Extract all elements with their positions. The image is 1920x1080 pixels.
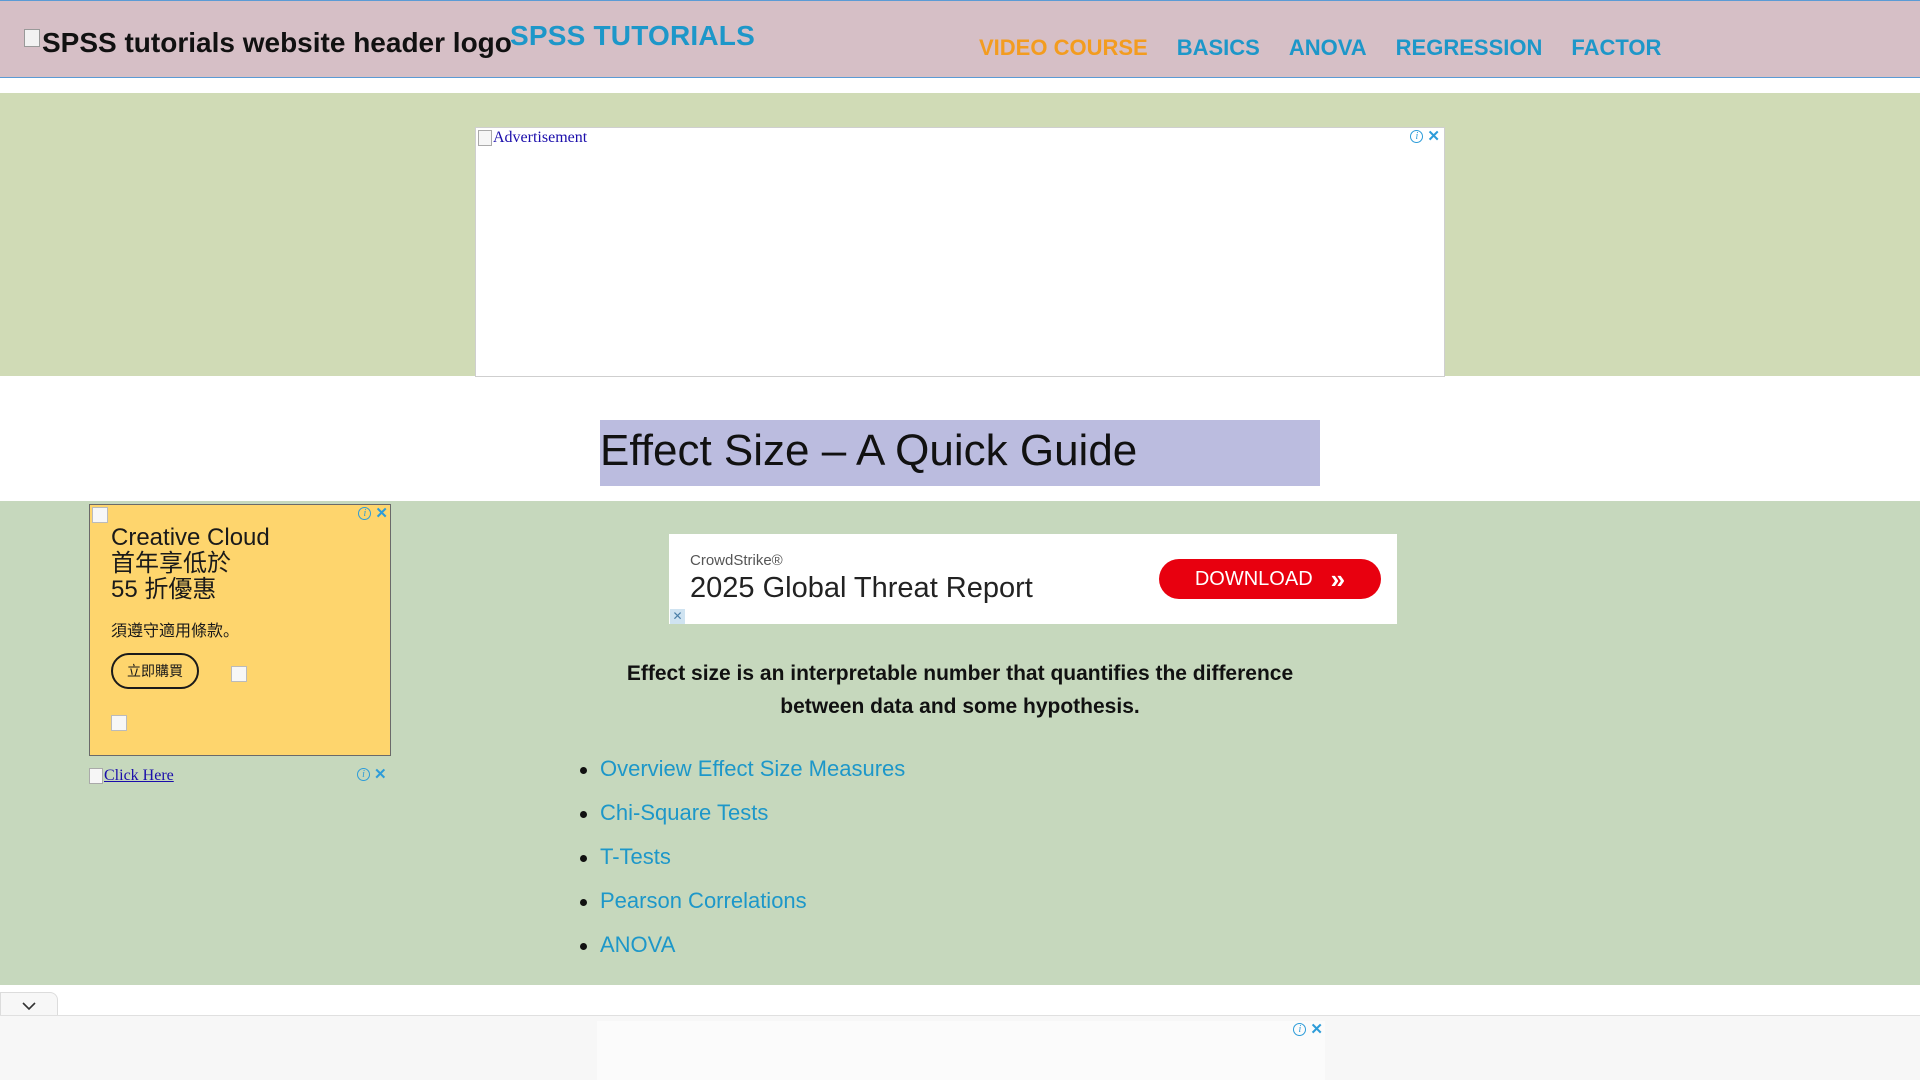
main-nav: VIDEO COURSE BASICS ANOVA REGRESSION FAC… xyxy=(979,35,1690,61)
list-item: Pearson Correlations xyxy=(579,888,905,932)
click-here-ad-link[interactable]: Click Here xyxy=(89,767,174,785)
adchoices: i ✕ xyxy=(1293,1022,1323,1037)
table-of-contents: Overview Effect Size Measures Chi-Square… xyxy=(579,756,905,976)
toc-link-overview[interactable]: Overview Effect Size Measures xyxy=(600,756,905,781)
adchoices: i ✕ xyxy=(358,506,388,521)
chevron-down-icon xyxy=(22,1001,36,1010)
close-icon[interactable]: ✕ xyxy=(374,767,387,782)
adchoices-info-icon[interactable]: i xyxy=(1410,130,1424,143)
nav-video-course[interactable]: VIDEO COURSE xyxy=(979,35,1148,61)
creative-cloud-ad[interactable]: Creative Cloud 首年享低於 55 折優惠 須遵守適用條款。 立即購… xyxy=(89,504,391,756)
ad-headline-line: 首年享低於 xyxy=(111,550,231,577)
broken-image-icon xyxy=(231,666,247,682)
adchoices: i ✕ xyxy=(357,767,387,782)
broken-image-icon xyxy=(92,507,108,523)
adchoices-info-icon[interactable]: i xyxy=(357,768,370,781)
buy-now-button[interactable]: 立即購買 xyxy=(111,653,199,689)
nav-regression[interactable]: REGRESSION xyxy=(1396,35,1543,61)
list-item: ANOVA xyxy=(579,932,905,976)
click-here-alt-text: Click Here xyxy=(104,767,174,784)
page-title: Effect Size – A Quick Guide xyxy=(600,420,1320,486)
ad-headline-line: Creative Cloud xyxy=(111,524,270,551)
broken-image-icon xyxy=(111,715,127,731)
toc-link-chi-square[interactable]: Chi-Square Tests xyxy=(600,800,768,825)
download-button[interactable]: DOWNLOAD » xyxy=(1159,559,1381,599)
broken-image-icon xyxy=(24,29,40,47)
broken-image-icon xyxy=(478,130,492,146)
crowdstrike-ad[interactable]: CrowdStrike® 2025 Global Threat Report D… xyxy=(669,534,1397,624)
toc-link-pearson[interactable]: Pearson Correlations xyxy=(600,888,807,913)
ad-terms: 須遵守適用條款。 xyxy=(111,623,240,640)
list-item: Overview Effect Size Measures xyxy=(579,756,905,800)
close-icon[interactable]: ✕ xyxy=(375,506,388,521)
nav-anova[interactable]: ANOVA xyxy=(1289,35,1367,61)
ad-brand: CrowdStrike® xyxy=(690,552,783,569)
adchoices-info-icon[interactable]: i xyxy=(1293,1023,1307,1036)
advertisement-image[interactable]: Advertisement xyxy=(478,129,587,147)
header-logo-link[interactable]: SPSS tutorials website header logo xyxy=(24,27,512,59)
nav-basics[interactable]: BASICS xyxy=(1177,35,1260,61)
close-icon[interactable]: ✕ xyxy=(670,609,685,624)
intro-text: Effect size is an interpretable number t… xyxy=(626,662,1294,718)
toc-link-anova[interactable]: ANOVA xyxy=(600,932,675,957)
ad-headline: 2025 Global Threat Report xyxy=(690,572,1033,604)
site-header: SPSS tutorials website header logo SPSS … xyxy=(0,0,1920,78)
ad-headline: Creative Cloud 首年享低於 55 折優惠 xyxy=(111,525,270,603)
adchoices-info-icon[interactable]: i xyxy=(358,507,372,520)
close-icon[interactable]: ✕ xyxy=(1427,129,1440,144)
double-chevron-right-icon: » xyxy=(1330,564,1346,594)
top-ad-band: Advertisement i ✕ xyxy=(0,93,1920,377)
list-item: Chi-Square Tests xyxy=(579,800,905,844)
adchoices: i ✕ xyxy=(1410,129,1440,144)
logo-alt-text: SPSS tutorials website header logo xyxy=(42,27,512,58)
download-label: DOWNLOAD xyxy=(1194,567,1313,590)
anchor-ad[interactable]: i ✕ xyxy=(597,1021,1325,1080)
ad-headline-line: 55 折優惠 xyxy=(111,576,217,603)
toc-link-t-tests[interactable]: T-Tests xyxy=(600,844,671,869)
list-item: T-Tests xyxy=(579,844,905,888)
nav-factor[interactable]: FACTOR xyxy=(1571,35,1661,61)
leaderboard-ad[interactable]: Advertisement i ✕ xyxy=(475,127,1445,377)
content-area: Creative Cloud 首年享低於 55 折優惠 須遵守適用條款。 立即購… xyxy=(0,501,1920,985)
close-icon[interactable]: ✕ xyxy=(1310,1022,1323,1037)
broken-image-icon xyxy=(89,768,103,784)
advertisement-alt-text: Advertisement xyxy=(493,129,588,146)
site-title-link[interactable]: SPSS TUTORIALS xyxy=(510,20,755,52)
